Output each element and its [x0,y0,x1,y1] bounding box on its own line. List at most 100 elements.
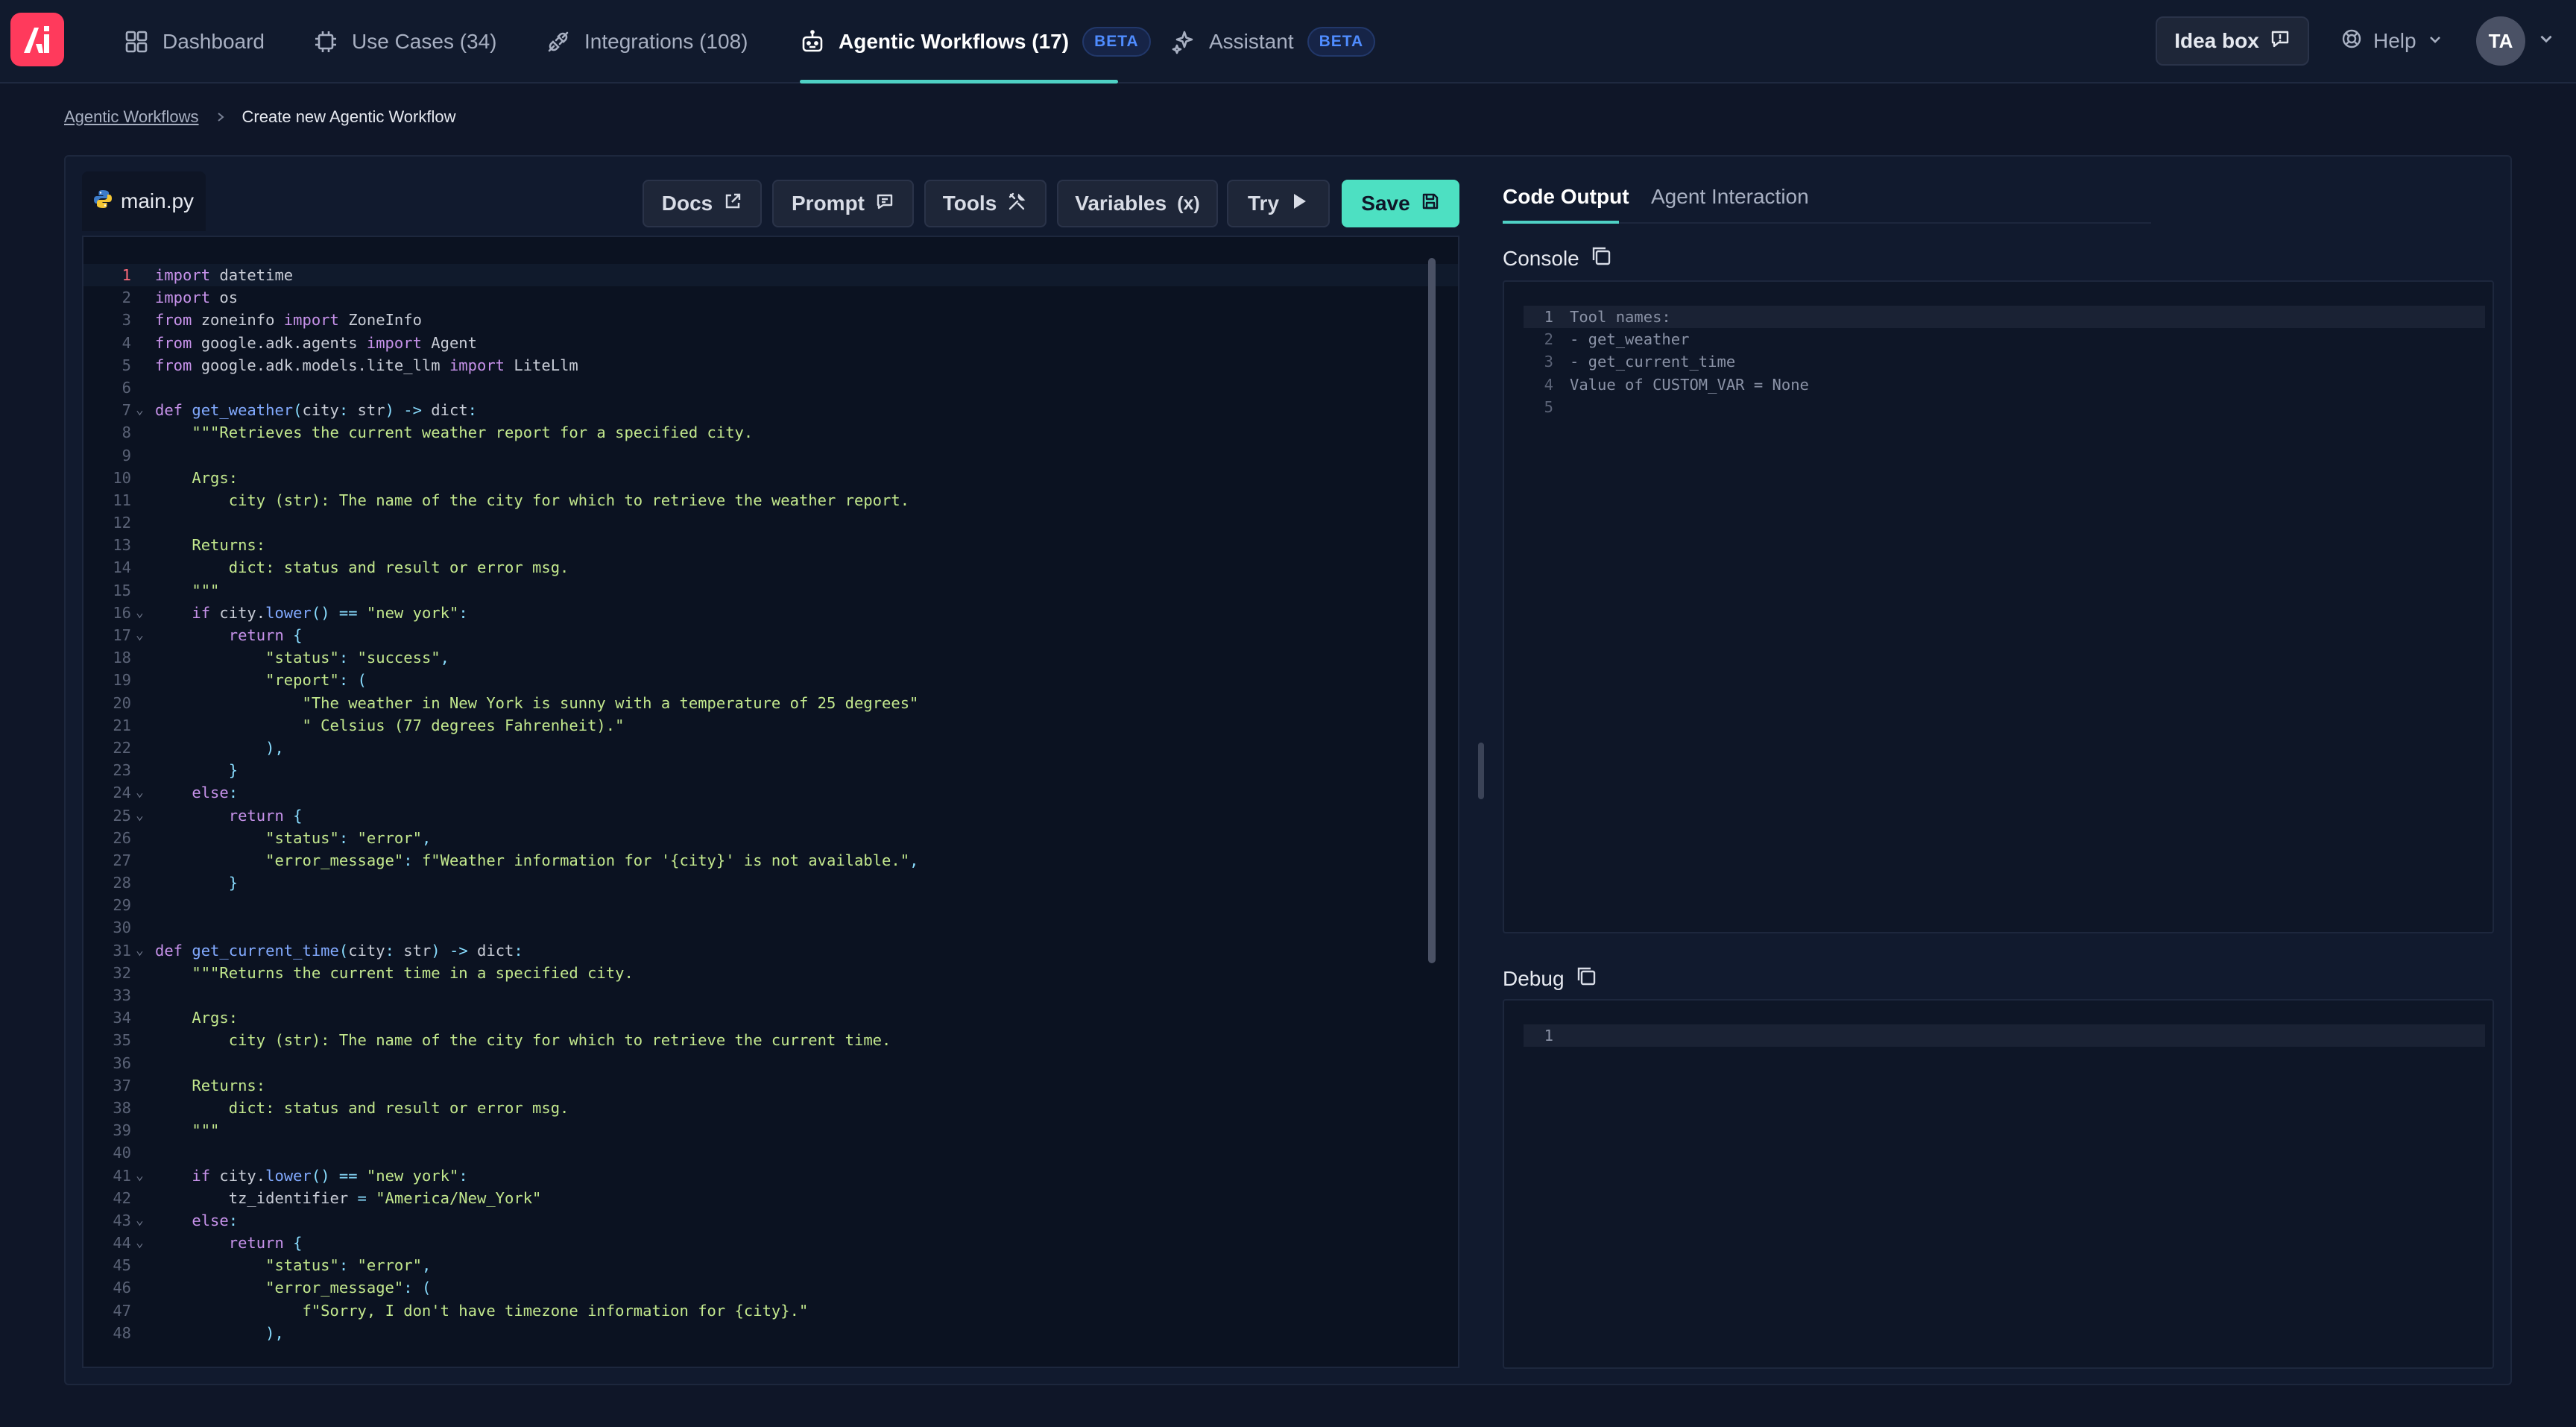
code-line[interactable]: 26 "status": "error", [83,827,1458,849]
code-line[interactable]: 7 ⌄ def get_weather(city: str) -> dict: [83,399,1458,421]
code-line[interactable]: 40 [83,1141,1458,1164]
breadcrumb: Agentic Workflows Create new Agentic Wor… [64,107,456,127]
code-line[interactable]: 41 ⌄ if city.lower() == "new york": [83,1165,1458,1187]
code-line[interactable]: 15 """ [83,579,1458,602]
nav-tab-agentic-workflows[interactable]: Agentic Workflows (17) BETA [800,0,1151,84]
code-line[interactable]: 12 [83,511,1458,534]
code-editor[interactable]: 1 import datetime 2 import os 3 from zoneinfo… [82,236,1459,1368]
code-line[interactable]: 3 from zoneinfo import ZoneInfo [83,309,1458,331]
code-line[interactable]: 16 ⌄ if city.lower() == "new york": [83,602,1458,624]
save-button[interactable]: Save [1342,180,1459,227]
code-line[interactable]: 42 tz_identifier = "America/New_York" [83,1187,1458,1209]
code-line[interactable]: 28 } [83,872,1458,894]
code-line[interactable]: 47 f"Sorry, I don't have timezone inform… [83,1300,1458,1322]
fold-chevron-icon[interactable]: ⌄ [136,1209,144,1232]
tools-button[interactable]: Tools [924,180,1046,227]
code-line[interactable]: 37 Returns: [83,1074,1458,1097]
line-number: 11 [113,491,131,509]
tab-agent-interaction[interactable]: Agent Interaction [1651,185,1809,209]
code-lines[interactable]: 1 import datetime 2 import os 3 from zoneinfo… [83,264,1458,1344]
variables-button[interactable]: Variables (x) [1057,180,1218,227]
fold-chevron-icon[interactable]: ⌄ [136,399,144,421]
code-line[interactable]: 24 ⌄ else: [83,781,1458,804]
code-line[interactable]: 30 [83,916,1458,939]
line-number: 27 [113,851,131,869]
code-line[interactable]: 36 [83,1052,1458,1074]
code-text: Returns: [155,1076,266,1094]
code-line[interactable]: 29 [83,894,1458,916]
code-line[interactable]: 2 import os [83,286,1458,309]
code-line[interactable]: 13 Returns: [83,534,1458,556]
lifebuoy-icon [2340,28,2363,55]
nav-tab-integrations[interactable]: Integrations (108) [546,0,748,84]
code-line[interactable]: 17 ⌄ return { [83,624,1458,646]
code-line[interactable]: 14 dict: status and result or error msg. [83,556,1458,579]
code-line[interactable]: 25 ⌄ return { [83,804,1458,827]
code-line[interactable]: 19 "report": ( [83,669,1458,691]
code-line[interactable]: 35 city (str): The name of the city for … [83,1029,1458,1051]
code-line[interactable]: 20 "The weather in New York is sunny wit… [83,692,1458,714]
user-avatar[interactable]: TA [2476,16,2525,66]
code-line[interactable]: 32 """Returns the current time in a spec… [83,962,1458,984]
beta-badge: BETA [1307,27,1376,57]
output-line: 5 [1524,396,2485,418]
code-line[interactable]: 5 from google.adk.models.lite_llm import … [83,354,1458,377]
code-text: Returns: [155,536,266,555]
code-line[interactable]: 11 city (str): The name of the city for … [83,489,1458,511]
code-line[interactable]: 44 ⌄ return { [83,1232,1458,1254]
panel-resize-handle[interactable] [1478,743,1484,799]
code-text: """Retrieves the current weather report … [192,423,754,442]
code-line[interactable]: 38 dict: status and result or error msg. [83,1097,1458,1119]
nav-tab-dashboard[interactable]: Dashboard [124,0,265,84]
copy-icon[interactable] [1590,245,1612,272]
debug-output[interactable]: 1 [1503,999,2494,1369]
tab-code-output[interactable]: Code Output [1503,185,1629,209]
code-line[interactable]: 33 [83,984,1458,1007]
code-line[interactable]: 48 ), [83,1322,1458,1344]
docs-button[interactable]: Docs [643,180,762,227]
active-output-tab-indicator [1503,221,1619,224]
code-line[interactable]: 21 " Celsius (77 degrees Fahrenheit)." [83,714,1458,737]
try-button[interactable]: Try [1227,180,1330,227]
idea-box-button[interactable]: Idea box [2156,16,2309,66]
fold-chevron-icon[interactable]: ⌄ [136,804,144,827]
fold-chevron-icon[interactable]: ⌄ [136,939,144,962]
help-menu[interactable]: Help [2340,16,2443,66]
fold-chevron-icon[interactable]: ⌄ [136,1165,144,1187]
app-logo[interactable] [10,13,64,66]
fold-chevron-icon[interactable]: ⌄ [136,1232,144,1254]
code-line[interactable]: 22 ), [83,737,1458,759]
code-line[interactable]: 10 Args: [83,467,1458,489]
code-line[interactable]: 8 """Retrieves the current weather repor… [83,421,1458,444]
line-number: 41 [113,1166,131,1185]
code-line[interactable]: 34 Args: [83,1007,1458,1029]
line-number: 35 [113,1031,131,1050]
account-chevron-down-icon[interactable] [2537,30,2555,51]
prompt-button[interactable]: Prompt [772,180,914,227]
code-line[interactable]: 9 [83,444,1458,467]
code-line[interactable]: 23 } [83,759,1458,781]
nav-tab-use-cases[interactable]: Use Cases (34) [313,0,497,84]
file-tab-main-py[interactable]: main.py [82,171,206,231]
code-line[interactable]: 4 from google.adk.agents import Agent [83,332,1458,354]
code-line[interactable]: 6 [83,377,1458,399]
code-line[interactable]: 27 "error_message": f"Weather informatio… [83,849,1458,872]
fold-chevron-icon[interactable]: ⌄ [136,781,144,804]
code-line[interactable]: 45 "status": "error", [83,1254,1458,1276]
editor-scrollbar[interactable] [1428,258,1436,963]
fold-chevron-icon[interactable]: ⌄ [136,624,144,646]
console-output[interactable]: 1 Tool names: 2 - get_weather 3 - get_current… [1503,280,2494,933]
code-text: def get_weather(city: str) -> dict: [155,401,478,420]
nav-tab-assistant[interactable]: Assistant BETA [1170,0,1376,84]
code-line[interactable]: 1 import datetime [83,264,1458,287]
copy-icon[interactable] [1575,965,1597,992]
breadcrumb-parent-link[interactable]: Agentic Workflows [64,107,199,127]
code-line[interactable]: 39 """ [83,1119,1458,1141]
code-text: "status": "success", [265,649,449,667]
fold-chevron-icon[interactable]: ⌄ [136,602,144,624]
code-text: " Celsius (77 degrees Fahrenheit)." [302,716,625,734]
code-line[interactable]: 46 "error_message": ( [83,1276,1458,1299]
code-line[interactable]: 43 ⌄ else: [83,1209,1458,1232]
code-line[interactable]: 18 "status": "success", [83,646,1458,669]
code-line[interactable]: 31 ⌄ def get_current_time(city: str) -> di… [83,939,1458,962]
